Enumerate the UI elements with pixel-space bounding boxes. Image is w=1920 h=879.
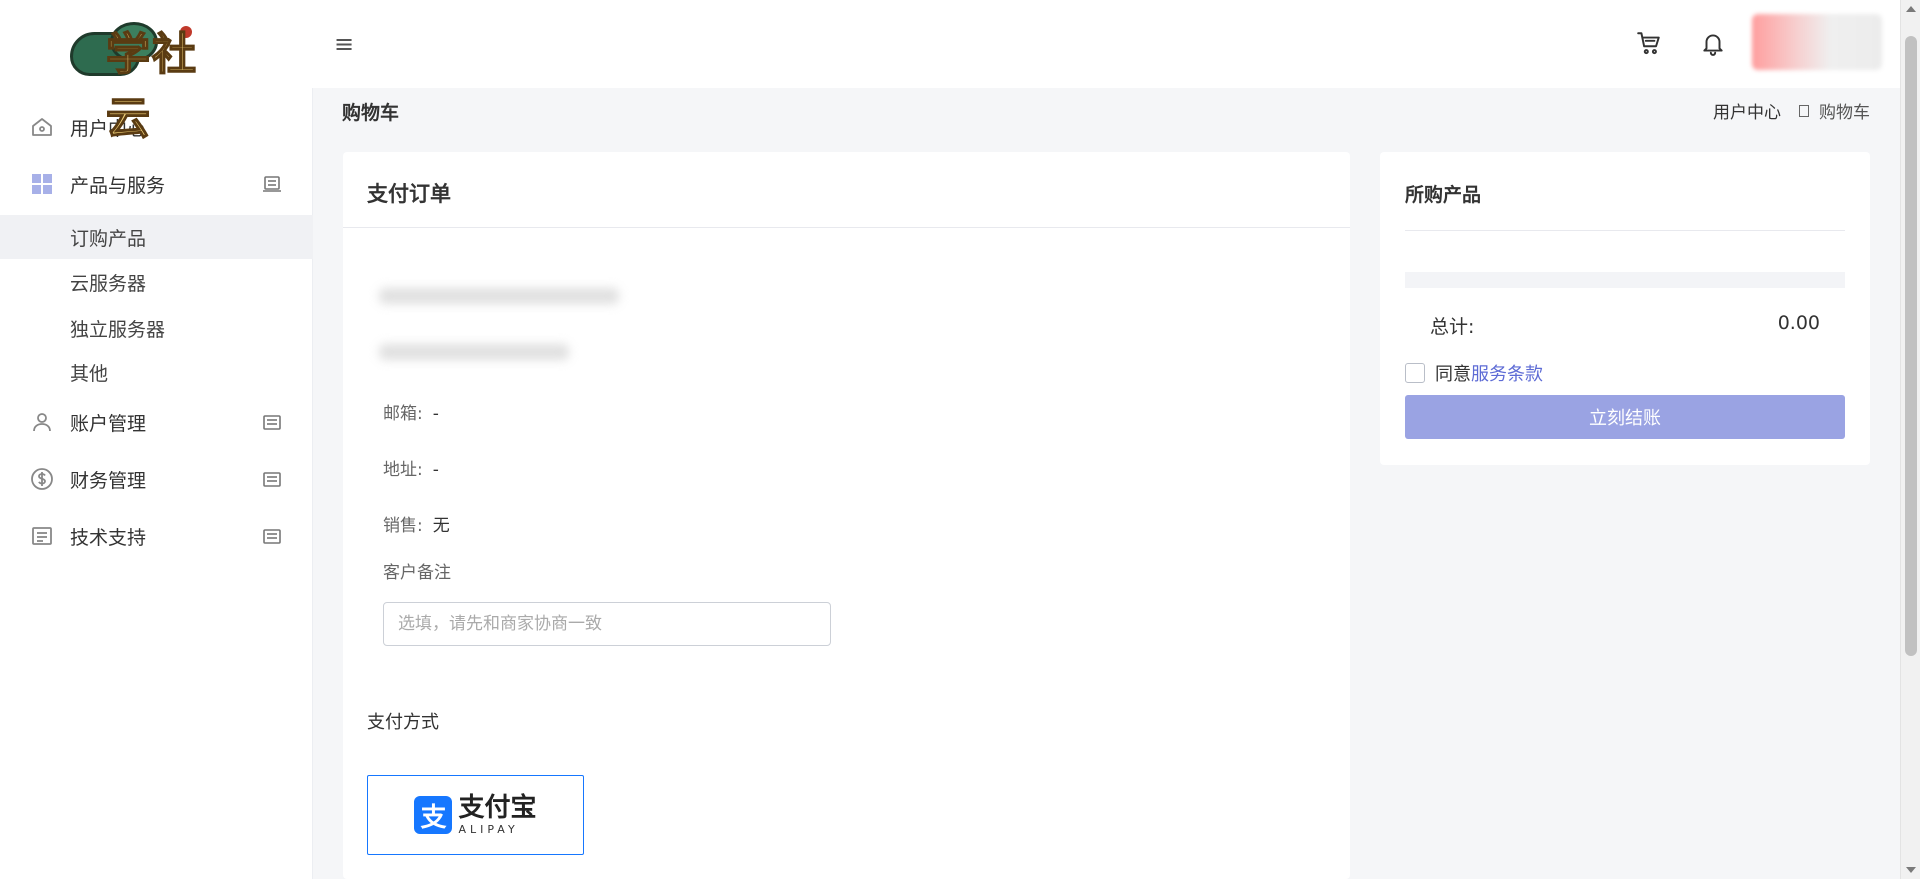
breadcrumb-separator-icon [1799,104,1809,117]
folder-icon [263,415,281,430]
brand-logo[interactable]: 学社云 [70,14,240,145]
page-scrollbar[interactable] [1900,0,1920,879]
product-list-placeholder [1405,272,1845,288]
summary-title: 所购产品 [1405,184,1482,206]
sidebar-subitem-order-products[interactable]: 订购产品 [0,215,313,259]
redacted-customer-info [379,344,569,360]
scroll-down-arrow-icon[interactable] [1906,867,1916,873]
breadcrumb: 用户中心 购物车 [1713,98,1870,123]
sidebar-item-label: 产品与服务 [70,174,166,197]
sidebar-item-label: 财务管理 [70,469,147,492]
alipay-label-cn: 支付宝 [458,793,537,823]
sidebar-item-account[interactable]: 账户管理 [0,395,313,449]
purchased-products-card: 所购产品 总计: 0.00 同意 服务条款 立刻结账 [1380,152,1870,465]
user-icon [33,413,51,432]
sales-row: 销售: 无 [383,516,450,536]
folder-icon [263,529,281,544]
checkout-button[interactable]: 立刻结账 [1405,395,1845,439]
top-bar: 学社云 ≡ [0,0,1900,145]
bell-icon[interactable] [1700,30,1726,56]
sidebar-subitem-other[interactable]: 其他 [0,350,313,394]
customer-note-label: 客户备注 [383,563,451,583]
agree-text: 同意 [1435,364,1471,385]
avatar[interactable] [1752,14,1882,70]
page-title: 购物车 [342,102,400,124]
sidebar-subitem-cloud-server[interactable]: 云服务器 [0,260,313,304]
sidebar-item-products-services[interactable]: 产品与服务 [0,157,313,211]
email-row: 邮箱: - [383,404,439,424]
sidebar-item-label: 技术支持 [70,526,147,549]
sidebar: 用户中心 产品与服务 订购产品 云服务器 独立服务器 其他 账户管理 财务管理 … [0,88,313,879]
breadcrumb-item-current: 购物车 [1819,103,1870,123]
alipay-label-en: ALIPAY [458,823,519,836]
document-icon [32,527,52,545]
alipay-icon: 支 [414,796,453,834]
divider [1405,230,1845,231]
folder-icon [263,472,281,487]
breadcrumb-item-user-center[interactable]: 用户中心 [1713,98,1781,123]
sidebar-item-tech-support[interactable]: 技术支持 [0,509,313,563]
folder-open-icon [263,176,281,192]
alipay-option[interactable]: 支 支付宝 ALIPAY [367,775,584,855]
sidebar-subitem-dedicated-server[interactable]: 独立服务器 [0,306,313,350]
payment-method-label: 支付方式 [367,712,439,733]
sidebar-item-label: 账户管理 [70,412,147,435]
home-icon [32,118,52,136]
agree-terms-row: 同意 服务条款 [1405,360,1543,386]
dollar-icon [31,468,53,490]
agree-terms-checkbox[interactable] [1405,363,1425,383]
total-value: 0.00 [1777,312,1820,334]
card-title: 支付订单 [367,182,451,206]
card-header: 支付订单 [343,152,1350,228]
customer-note-input[interactable] [383,602,831,646]
scroll-up-arrow-icon[interactable] [1906,6,1916,12]
terms-of-service-link[interactable]: 服务条款 [1471,360,1543,386]
sidebar-item-finance[interactable]: 财务管理 [0,452,313,506]
payment-order-card: 支付订单 邮箱:- 地址:- 销售:无 客户备注 支付方式 支 支付宝 ALIP… [343,152,1350,879]
redacted-product-name [379,288,619,304]
grid-icon [32,174,52,194]
cart-icon[interactable] [1636,30,1662,56]
menu-icon[interactable]: ≡ [334,30,354,58]
scrollbar-thumb[interactable] [1905,36,1917,656]
total-label: 总计: [1430,316,1475,338]
address-row: 地址: - [383,460,439,480]
